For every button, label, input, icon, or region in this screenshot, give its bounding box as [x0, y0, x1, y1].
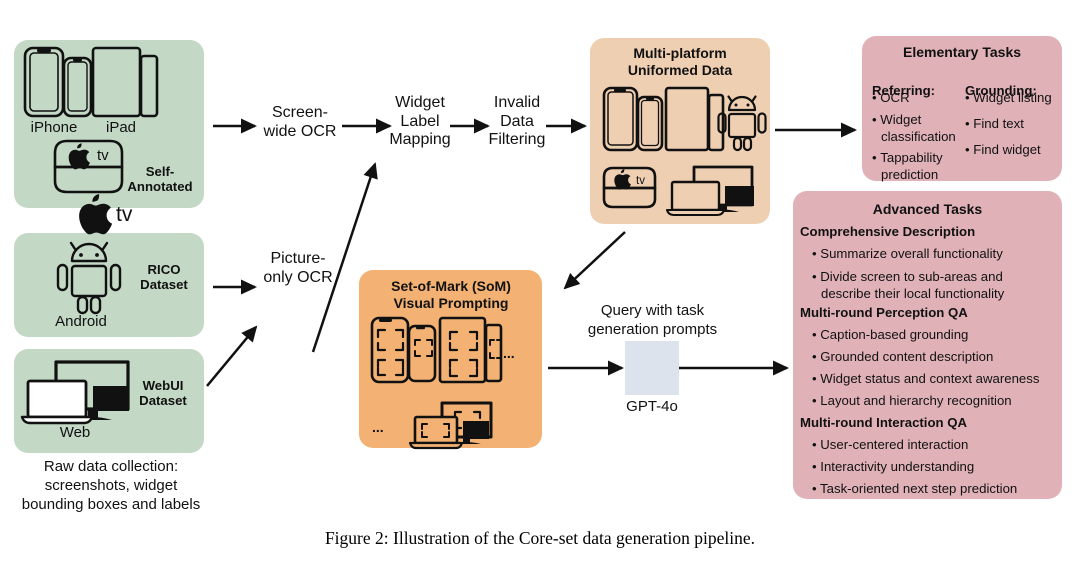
- advanced-item-mp-1-text: Grounded content description: [820, 349, 994, 364]
- advanced-item-cd-0-text: Summarize overall functionality: [820, 246, 1003, 261]
- advanced-item-mp-2-text: Widget status and context awareness: [820, 371, 1040, 386]
- svg-text:tv: tv: [97, 147, 109, 164]
- advanced-item-mp-1: • Grounded content description: [812, 349, 994, 364]
- elementary-item-referring-1-text: Widget classification: [880, 112, 956, 144]
- elementary-item-referring-0: • OCR: [872, 90, 910, 105]
- advanced-item-mi-0: • User-centered interaction: [812, 437, 969, 452]
- elementary-item-grounding-1-text: Find text: [973, 116, 1024, 131]
- advanced-item-mp-2: • Widget status and context awareness: [812, 371, 1040, 386]
- advanced-item-mp-3-text: Layout and hierarchy recognition: [820, 393, 1012, 408]
- apple-tv-wordmark-icon: tv: [79, 194, 133, 235]
- iphone-icon: [23, 46, 93, 118]
- uniformed-data-title: Multi-platform Uniformed Data: [627, 45, 733, 79]
- android-icon: [56, 241, 122, 315]
- advanced-item-mp-3: • Layout and hierarchy recognition: [812, 393, 1012, 408]
- advanced-heading-multi-round-interaction-qa: Multi-round Interaction QA: [800, 415, 968, 430]
- source-tag-self-annotated: Self- Annotated: [127, 164, 193, 195]
- uniformed-ipad-icon: [664, 86, 725, 152]
- pipeline-step-picture-only-ocr: Picture- only OCR: [263, 250, 333, 286]
- som-ipad-marked-icon: [438, 316, 503, 384]
- pipeline-step-invalid-data-filtering: Invalid Data Filtering: [488, 94, 546, 149]
- advanced-heading-multi-round-perception-qa: Multi-round Perception QA: [800, 305, 968, 320]
- gpt-query-label: Query with task generation prompts: [587, 302, 718, 338]
- figure-caption: Figure 2: Illustration of the Core-set d…: [324, 528, 756, 548]
- gpt-logo-background: [625, 341, 679, 395]
- device-label-android: Android: [55, 313, 107, 330]
- uniformed-iphone-icon: [602, 86, 664, 152]
- raw-data-caption: Raw data collection: screenshots, widget…: [21, 458, 201, 514]
- device-label-iphone: iPhone: [30, 119, 78, 136]
- elementary-item-grounding-2-text: Find widget: [973, 142, 1041, 157]
- advanced-item-cd-1-text: Divide screen to sub-areas and describe …: [820, 269, 1005, 302]
- advanced-heading-comprehensive-description: Comprehensive Description: [800, 224, 976, 239]
- advanced-item-mi-1-text: Interactivity understanding: [820, 459, 975, 474]
- figure-canvas: tv tv tv iPhone iPad Self- Annotated And…: [0, 0, 1080, 578]
- som-iphone-marked-icon: [370, 316, 437, 384]
- elementary-heading-referring-colon: :: [930, 83, 936, 99]
- desktop-laptop-icon: [20, 360, 130, 425]
- advanced-item-mi-0-text: User-centered interaction: [820, 437, 969, 452]
- device-label-web: Web: [59, 424, 91, 441]
- pipeline-step-widget-label-mapping: Widget Label Mapping: [389, 94, 451, 149]
- elementary-item-grounding-0: • Widget listing: [965, 90, 1052, 105]
- advanced-item-mp-0-text: Caption-based grounding: [820, 327, 969, 342]
- elementary-item-referring-0-text: OCR: [880, 90, 910, 105]
- source-tag-rico: RICO Dataset: [140, 262, 188, 293]
- device-label-ipad: iPad: [105, 119, 137, 136]
- elementary-item-grounding-2: • Find widget: [965, 142, 1041, 157]
- som-ellipsis-right: ...: [503, 345, 515, 361]
- elementary-item-grounding-0-text: Widget listing: [973, 90, 1052, 105]
- pipeline-step-screen-wide-ocr: Screen- wide OCR: [263, 104, 337, 140]
- advanced-item-mi-2: • Task-oriented next step prediction: [812, 481, 1018, 496]
- som-ellipsis-left: ...: [372, 419, 384, 435]
- gpt-model-label: GPT-4o: [626, 398, 678, 415]
- source-tag-webui: WebUI Dataset: [139, 378, 187, 409]
- elementary-item-grounding-1: • Find text: [965, 116, 1024, 131]
- som-desktop-laptop-marked-icon: [408, 401, 493, 450]
- advanced-item-cd-0: • Summarize overall functionality: [812, 246, 1003, 261]
- uniformed-desktop-laptop-icon: [665, 165, 754, 217]
- elementary-item-referring-1: • Widget classification: [872, 112, 956, 144]
- apple-tv-icon: tv: [53, 139, 124, 194]
- advanced-item-cd-1: • Divide screen to sub-areas and describ…: [812, 269, 1005, 302]
- uniformed-apple-tv-icon: tv: [602, 166, 657, 209]
- svg-text:tv: tv: [636, 175, 645, 187]
- som-title: Set-of-Mark (SoM) Visual Prompting: [391, 278, 511, 312]
- elementary-item-referring-2: • Tappability prediction: [872, 150, 943, 182]
- advanced-item-mi-2-text: Task-oriented next step prediction: [820, 481, 1018, 496]
- advanced-item-mp-0: • Caption-based grounding: [812, 327, 969, 342]
- ipad-icon: [91, 46, 159, 118]
- svg-text:tv: tv: [116, 203, 133, 226]
- advanced-tasks-title: Advanced Tasks: [872, 201, 983, 217]
- elementary-tasks-title: Elementary Tasks: [902, 44, 1022, 60]
- uniformed-android-icon: [717, 95, 767, 152]
- elementary-item-referring-2-text: Tappability prediction: [880, 150, 943, 182]
- advanced-item-mi-1: • Interactivity understanding: [812, 459, 975, 474]
